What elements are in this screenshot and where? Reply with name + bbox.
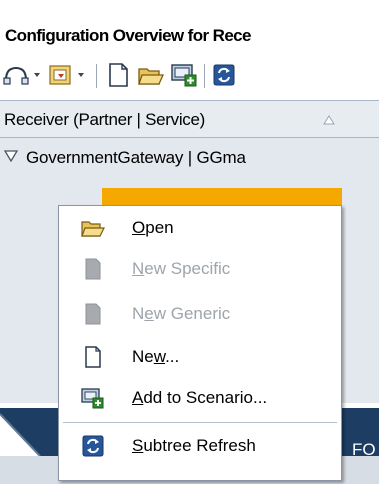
menu-item-add-to-scenario[interactable]: Add to Scenario... [59,380,341,416]
new-button[interactable] [105,62,131,88]
toolbar [0,54,379,96]
change-dropdown-button[interactable] [48,62,90,88]
tree-row[interactable]: GovernmentGateway | GGma [0,138,379,178]
refresh-icon [213,64,235,86]
add-to-scenario-button[interactable] [170,62,198,88]
column-header-label: Receiver (Partner | Service) [4,110,206,129]
context-menu: Open New Specific New Generic New... Add… [58,205,342,481]
object-dropdown-icon [3,66,40,85]
document-grey-icon [85,303,101,325]
open-button[interactable] [137,62,165,88]
menu-item-subtree-refresh[interactable]: Subtree Refresh [59,428,341,464]
menu-item-open[interactable]: Open [59,210,341,246]
menu-separator [63,422,337,423]
refresh-button[interactable] [212,62,236,88]
menu-item-new-specific[interactable]: New Specific [59,251,341,287]
tree-row-label: GovernmentGateway | GGma [26,148,246,167]
object-dropdown-button[interactable] [3,62,45,88]
open-folder-icon [81,221,105,237]
open-folder-icon [138,68,165,85]
panel-title: Configuration Overview for Rece [5,26,252,45]
new-document-icon [109,63,128,87]
refresh-icon [82,435,104,457]
sort-ascending-icon [323,115,335,125]
toolbar-separator [204,64,205,88]
new-document-icon [85,346,101,368]
document-grey-icon [85,258,101,280]
expand-icon[interactable] [4,150,18,162]
menu-item-new-generic[interactable]: New Generic [59,296,341,332]
menu-item-new[interactable]: New... [59,339,341,375]
toolbar-separator [96,64,97,88]
add-to-scenario-icon [171,64,197,87]
add-to-scenario-icon [81,388,104,409]
column-header[interactable]: Receiver (Partner | Service) [0,100,379,138]
change-dropdown-icon [49,65,84,85]
